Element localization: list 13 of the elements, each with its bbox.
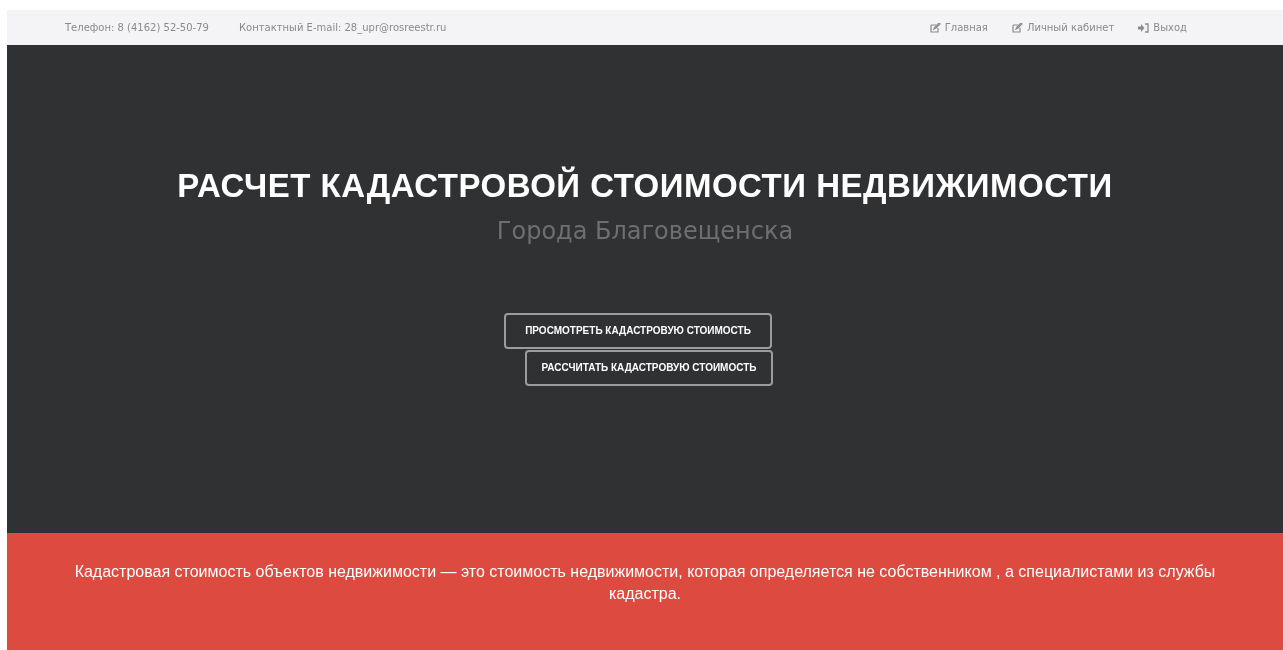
hero-title: РАСЧЕТ КАДАСТРОВОЙ СТОИМОСТИ НЕДВИЖИМОСТИ [177,165,1113,206]
sign-in-icon [1138,22,1150,33]
contact-text: Телефон: 8 (4162) 52-50-79 [65,21,209,35]
nav-link[interactable]: Главная [929,20,988,35]
nav-link[interactable]: Личный кабинет [1011,20,1115,35]
edit-icon [1011,22,1023,33]
action-button[interactable]: ПРОСМОТРЕТЬ КАДАСТРОВУЮ СТОИМОСТЬ [504,312,772,349]
info-text: Кадастровая стоимость объектов недвижимости — это стоимость недвижимости, которая определяется не собственником , а специалистами из службы кадастра. [73,562,1217,604]
contact-text: Контактный E-mail: 28_upr@rosreestr.ru [238,21,447,35]
edit-icon [929,22,941,33]
nav-link[interactable]: Выход [1138,20,1187,35]
hero-subtitle: Города Благовещенска [496,215,794,247]
action-button[interactable]: РАССЧИТАТЬ КАДАСТРОВУЮ СТОИМОСТЬ [524,349,774,386]
